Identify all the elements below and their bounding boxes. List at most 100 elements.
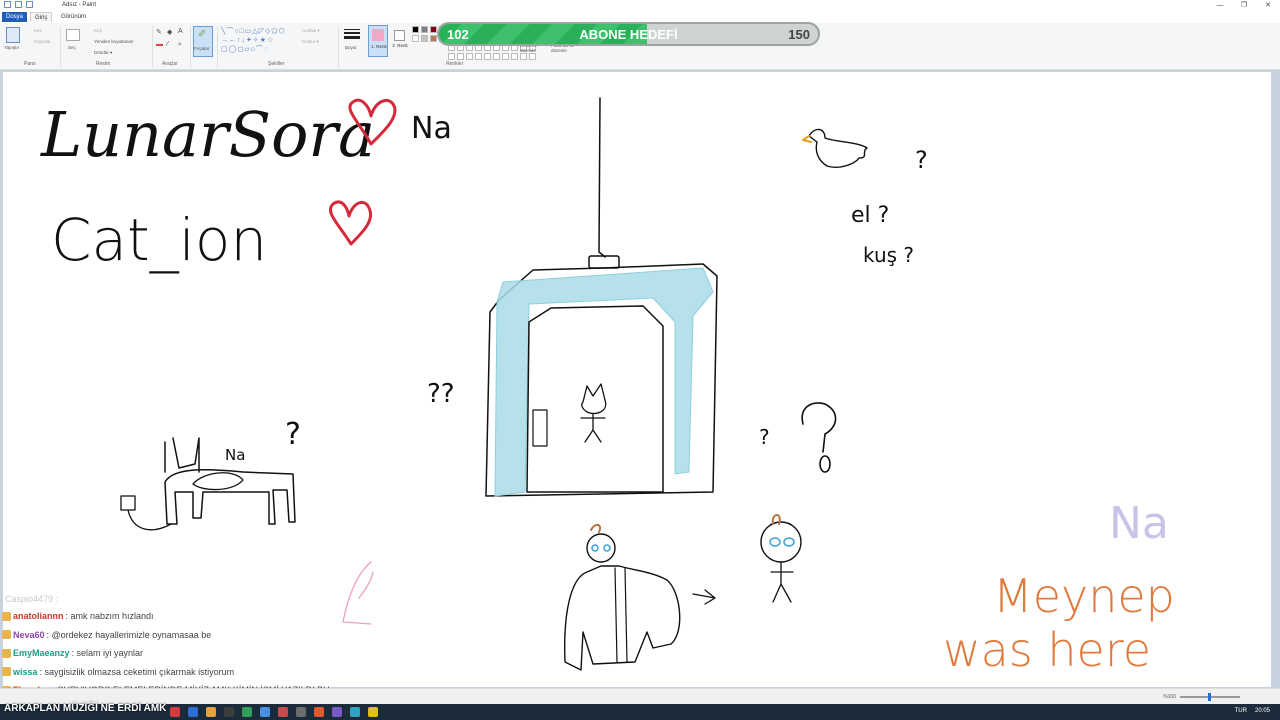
na-text-1: Na <box>411 111 452 146</box>
resize-button[interactable]: Yeniden boyutlandır <box>94 39 134 44</box>
size-button[interactable]: Boyut <box>345 45 357 50</box>
redo-icon[interactable] <box>26 1 33 8</box>
tab-file[interactable]: Dosya <box>2 12 28 22</box>
select-button[interactable]: Seç <box>68 45 76 50</box>
divider <box>190 26 191 68</box>
taskbar-app-icon[interactable] <box>368 707 378 717</box>
na-faded-text: Na <box>1109 498 1169 549</box>
tab-home[interactable]: Giriş <box>30 12 53 22</box>
zoom-control[interactable]: %100 <box>1163 693 1240 701</box>
language-indicator[interactable]: TUR <box>1235 708 1247 714</box>
palette-swatch-empty[interactable] <box>493 53 500 60</box>
copy-button[interactable]: Kopyala <box>34 39 50 44</box>
eye-drawing <box>603 544 611 552</box>
taskbar-app-icon[interactable] <box>242 707 252 717</box>
palette-swatch-empty[interactable] <box>448 53 455 60</box>
undo-icon[interactable] <box>15 1 22 8</box>
lamp <box>588 255 620 269</box>
palette-swatch-empty[interactable] <box>502 53 509 60</box>
taskbar-app-icon[interactable] <box>224 707 234 717</box>
chat-header: Caspio4479 : <box>5 594 59 604</box>
chat-username: anatoliannn <box>13 611 64 622</box>
taskbar-app-icon[interactable] <box>296 707 306 717</box>
save-icon[interactable] <box>4 1 11 8</box>
taskbar-app-icon[interactable] <box>260 707 270 717</box>
divider <box>338 26 339 68</box>
palette-swatch-empty[interactable] <box>511 53 518 60</box>
na-text-2: Na <box>225 446 245 464</box>
color-picker-icon[interactable]: ⁄ <box>167 41 168 48</box>
fill-icon[interactable]: ◆ <box>167 28 172 36</box>
badge-icon <box>2 648 11 658</box>
outline-button[interactable]: Anahat ▾ <box>302 28 320 34</box>
palette-swatch-empty[interactable] <box>475 53 482 60</box>
divider <box>217 26 218 68</box>
title-bar: Adsız - Paint — ❐ ✕ <box>0 0 1280 11</box>
big-question-dot-drawing <box>819 455 831 473</box>
color1-button[interactable]: 1. Renk <box>368 25 388 57</box>
palette-swatch-empty[interactable] <box>529 53 536 60</box>
lunarsora-text: LunarSora <box>40 98 375 171</box>
palette-swatch-empty[interactable] <box>466 53 473 60</box>
chat-messages: anatoliannn: amk nabzım hızlandı Neva60: … <box>2 607 422 700</box>
pencil-icon[interactable]: ✎ <box>156 28 162 36</box>
taskbar-app-icon[interactable] <box>170 707 180 717</box>
heart-drawing <box>328 200 372 246</box>
quick-access-toolbar <box>4 1 33 8</box>
cut-button[interactable]: Kes <box>34 28 42 33</box>
rotate-button[interactable]: Döndür ▾ <box>94 50 112 56</box>
palette-swatch[interactable] <box>421 35 428 42</box>
divider <box>60 26 61 68</box>
goal-target: 150 <box>788 27 810 42</box>
taskbar-app-icon[interactable] <box>314 707 324 717</box>
eraser-icon[interactable]: ▬ <box>156 41 163 48</box>
brushes-button[interactable]: ✐ <box>193 26 213 57</box>
small-person-head-drawing <box>760 521 802 563</box>
palette-swatch[interactable] <box>421 26 428 33</box>
minimize-button[interactable]: — <box>1208 0 1232 11</box>
fill-button[interactable]: Doldur ▾ <box>302 39 319 45</box>
maximize-button[interactable]: ❐ <box>1232 0 1256 11</box>
palette-swatch[interactable] <box>412 35 419 42</box>
group-shapes: Şekiller <box>268 61 285 67</box>
cat-body-drawing <box>580 413 606 443</box>
color2-swatch <box>394 30 405 41</box>
crop-button[interactable]: Kırp <box>94 28 102 33</box>
chat-text: : saygisizlik olmazsa ceketimi çıkarmak … <box>39 666 235 677</box>
taskbar-app-icon[interactable] <box>278 707 288 717</box>
palette-swatch-empty[interactable] <box>520 53 527 60</box>
palette-swatch-empty[interactable] <box>484 53 491 60</box>
tab-view[interactable]: Görünüm <box>57 12 90 22</box>
text-icon[interactable]: A <box>178 28 183 35</box>
stream-chat: Caspio4479 : anatoliannn: amk nabzım hız… <box>2 594 422 700</box>
taskbar-app-icon[interactable] <box>350 707 360 717</box>
palette-swatch[interactable] <box>430 26 437 33</box>
taskbar-app-icon[interactable] <box>206 707 216 717</box>
close-button[interactable]: ✕ <box>1256 0 1280 11</box>
chat-message: Neva60: @ordekez hayallerimizle oynamasa… <box>2 626 422 645</box>
shapes-gallery[interactable]: ╲⌒○□▭△◸◇⬠⬡ →←↑↓✦✧★☆ ▢◯◻▱⌂⌒◌ <box>221 27 297 55</box>
group-colors: Renkler <box>446 61 464 67</box>
badge-icon <box>2 611 11 621</box>
paste-button[interactable]: Yapıştır <box>4 45 19 50</box>
door-handle <box>532 409 548 447</box>
jacket-zip-drawing <box>614 567 628 663</box>
stream-caption: ARKAPLAN MÜZİĞİ NE ERDİ AMK <box>4 703 167 714</box>
taskbar-app-icon[interactable] <box>188 707 198 717</box>
chat-text: : amk nabzım hızlandı <box>65 611 154 622</box>
color2-button[interactable]: 2. Renk <box>391 25 409 57</box>
select-icon[interactable] <box>66 29 80 41</box>
taskbar-app-icon[interactable] <box>332 707 342 717</box>
paste-icon[interactable] <box>6 27 20 43</box>
palette-swatch[interactable] <box>412 26 419 33</box>
zoom-thumb[interactable] <box>1208 693 1211 701</box>
question-mark-small: ? <box>759 425 770 449</box>
size-icon[interactable] <box>344 29 360 39</box>
zoom-slider[interactable] <box>1180 693 1240 701</box>
magnifier-icon[interactable]: ⌕ <box>178 41 182 49</box>
palette-swatch-empty[interactable] <box>457 53 464 60</box>
brush-icon: ✐ <box>198 29 207 40</box>
palette-swatch[interactable] <box>430 35 437 42</box>
clock[interactable]: 20:05 <box>1255 708 1270 714</box>
group-tools: Araçlar <box>162 61 178 67</box>
